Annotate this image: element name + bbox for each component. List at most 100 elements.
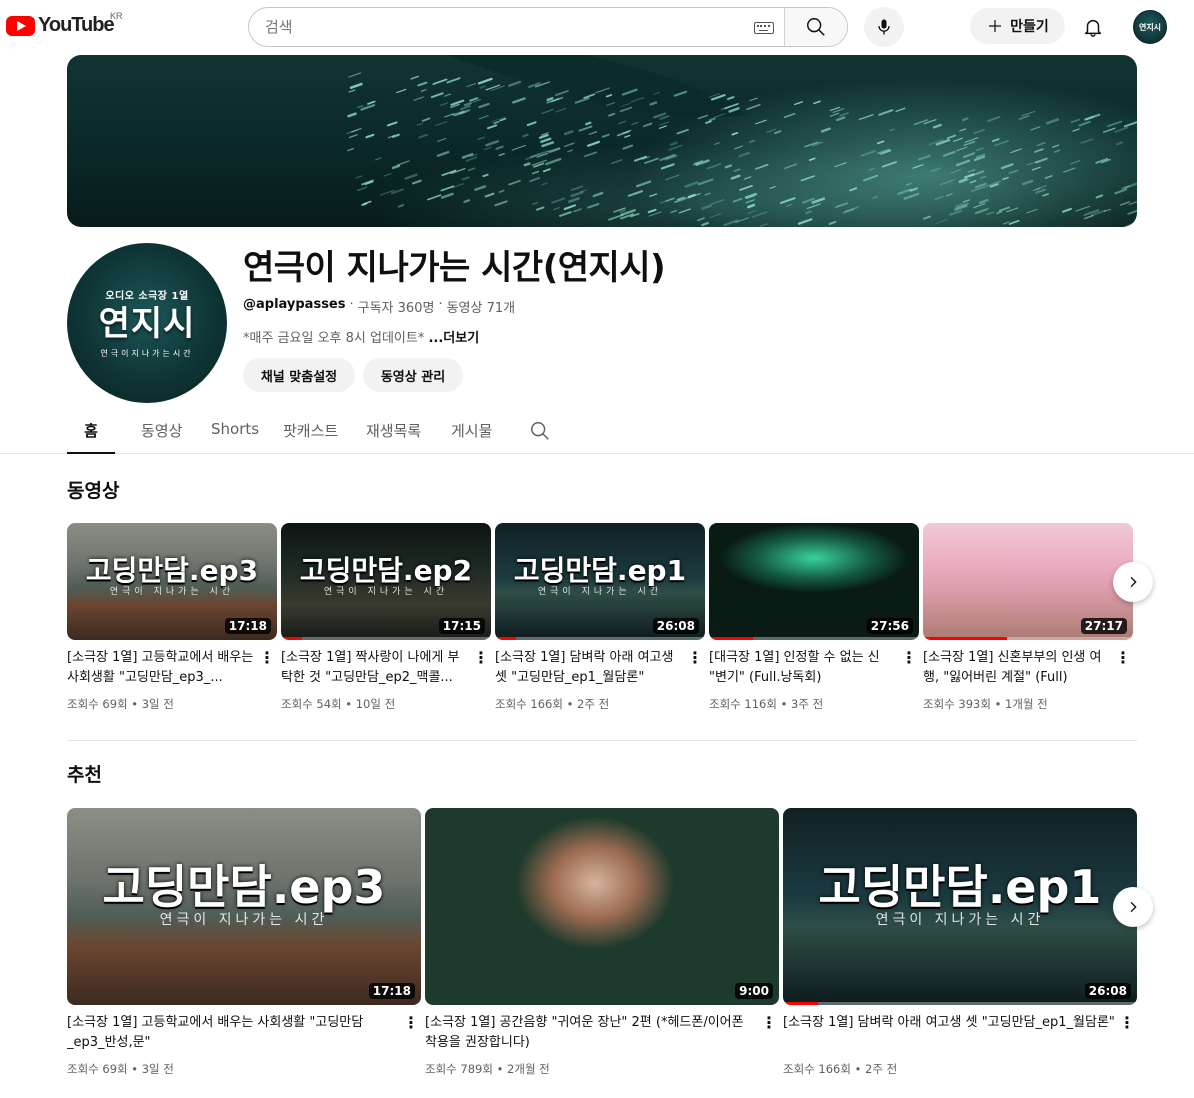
channel-meta: @aplaypasses · 구독자 360명 · 동영상 71개 bbox=[243, 297, 515, 316]
youtube-logo[interactable]: YouTube KR bbox=[6, 11, 123, 37]
video-card[interactable]: 9:00 [소극장 1열] 공간음향 "귀여운 장난" 2편 (*헤드폰/이어폰 … bbox=[425, 808, 779, 1077]
more-vert-icon[interactable]: ⋮ bbox=[259, 650, 275, 666]
more-vert-icon[interactable]: ⋮ bbox=[761, 1015, 777, 1031]
more-link[interactable]: ...더보기 bbox=[428, 331, 479, 346]
view-count: 조회수 789회 bbox=[425, 1062, 493, 1076]
watch-progress-bar bbox=[709, 637, 754, 640]
video-thumbnail[interactable]: 고딩만담.ep3 연극이 지나가는 시간 17:18 bbox=[67, 808, 421, 1005]
create-button[interactable]: 만들기 bbox=[970, 8, 1065, 44]
upload-age: 3일 전 bbox=[141, 1062, 174, 1076]
meta-dot: • bbox=[341, 697, 356, 711]
video-meta: 조회수 69회 • 3일 전 bbox=[67, 1061, 421, 1077]
video-title[interactable]: [소극장 1열] 신혼부부의 인생 여행, "잃어버린 계절" (Full) bbox=[923, 648, 1111, 688]
meta-dot: • bbox=[776, 697, 792, 711]
customize-channel-button[interactable]: 채널 맞춤설정 bbox=[243, 358, 355, 392]
tab-shorts[interactable]: Shorts bbox=[211, 420, 259, 454]
meta-separator: · bbox=[349, 297, 354, 312]
video-title[interactable]: [소극장 1열] 짝사랑이 나에게 부탁한 것 "고딩만담_ep2_맥콜... bbox=[281, 648, 469, 688]
subscriber-count: 구독자 360명 bbox=[357, 301, 435, 316]
video-thumbnail[interactable]: 27:56 bbox=[709, 523, 919, 640]
video-card[interactable]: 고딩만담.ep1 연극이 지나가는 시간 26:08 [소극장 1열] 담벼락 아래 … bbox=[495, 523, 705, 712]
video-thumbnail[interactable]: 고딩만담.ep2 연극이 지나가는 시간 17:15 bbox=[281, 523, 491, 640]
channel-avatar-tagline: 연극이지나가는시간 bbox=[100, 349, 194, 358]
video-title[interactable]: [소극장 1열] 담벼락 아래 여고생 셋 "고딩만담_ep1_월담론" bbox=[495, 648, 683, 688]
channel-avatar-title: 연지시 bbox=[98, 304, 196, 344]
videos-next-button[interactable] bbox=[1113, 562, 1153, 602]
video-thumbnail[interactable]: 27:17 bbox=[923, 523, 1133, 640]
channel-avatar-subtitle: 오디오 소극장 1열 bbox=[105, 291, 189, 302]
region-code: KR bbox=[110, 11, 123, 21]
manage-videos-button[interactable]: 동영상 관리 bbox=[363, 358, 463, 392]
thumbnail-title-text: 고딩만담.ep3 bbox=[85, 553, 259, 587]
channel-description: *매주 금요일 오후 8시 업데이트* ...더보기 bbox=[243, 327, 479, 346]
video-duration: 17:18 bbox=[368, 983, 415, 999]
tab-podcasts[interactable]: 팟캐스트 bbox=[283, 420, 338, 454]
channel-banner bbox=[67, 55, 1137, 227]
video-card[interactable]: 고딩만담.ep1 연극이 지나가는 시간 26:08 [소극장 1열] 담벼락 아래 … bbox=[783, 808, 1137, 1077]
video-thumbnail[interactable]: 9:00 bbox=[425, 808, 779, 1005]
watch-progress-bar bbox=[281, 637, 302, 640]
video-meta: 조회수 54회 • 10일 전 bbox=[281, 696, 491, 712]
view-count: 조회수 69회 bbox=[67, 697, 128, 711]
tab-home[interactable]: 홈 bbox=[67, 420, 115, 454]
meta-dot: • bbox=[850, 1062, 866, 1076]
channel-tabs: 홈 동영상 Shorts 팟캐스트 재생목록 게시물 bbox=[0, 408, 1194, 454]
more-vert-icon[interactable]: ⋮ bbox=[901, 650, 917, 666]
watch-progress-bar bbox=[495, 637, 516, 640]
search-icon bbox=[531, 422, 549, 440]
video-duration: 17:18 bbox=[224, 618, 271, 634]
tab-videos[interactable]: 동영상 bbox=[141, 420, 182, 454]
video-card[interactable]: 27:17 [소극장 1열] 신혼부부의 인생 여행, "잃어버린 계절" (Fu… bbox=[923, 523, 1133, 712]
video-card[interactable]: 27:56 [대극장 1열] 인정할 수 없는 신 "변기" (Full.낭독회)… bbox=[709, 523, 919, 712]
youtube-play-icon bbox=[6, 15, 35, 36]
more-vert-icon[interactable]: ⋮ bbox=[687, 650, 703, 666]
tab-playlists[interactable]: 재생목록 bbox=[366, 420, 421, 454]
watch-progress-track bbox=[783, 1002, 1137, 1005]
view-count: 조회수 69회 bbox=[67, 1062, 128, 1076]
video-title[interactable]: [소극장 1열] 공간음향 "귀여운 장난" 2편 (*헤드폰/이어폰 착용을 … bbox=[425, 1013, 757, 1053]
logo-text: YouTube bbox=[38, 14, 115, 36]
search-input[interactable] bbox=[265, 18, 745, 36]
video-thumbnail[interactable]: 고딩만담.ep3 연극이 지나가는 시간 17:18 bbox=[67, 523, 277, 640]
video-meta: 조회수 393회 • 1개월 전 bbox=[923, 696, 1133, 712]
video-card[interactable]: 고딩만담.ep3 연극이 지나가는 시간 17:18 [소극장 1열] 고등학교에서 … bbox=[67, 808, 421, 1077]
notifications-button[interactable] bbox=[1078, 12, 1108, 42]
voice-search-button[interactable] bbox=[864, 7, 904, 47]
recommended-next-button[interactable] bbox=[1113, 887, 1153, 927]
more-vert-icon[interactable]: ⋮ bbox=[473, 650, 489, 666]
view-count: 조회수 166회 bbox=[495, 697, 563, 711]
thumbnail-title-text: 고딩만담.ep1 bbox=[818, 860, 1102, 915]
watch-progress-bar bbox=[923, 637, 1007, 640]
banner-fish-art bbox=[346, 55, 1137, 227]
thumbnail-subtitle-text: 연극이 지나가는 시간 bbox=[323, 586, 449, 597]
video-title[interactable]: [소극장 1열] 고등학교에서 배우는 사회생활 "고딩만담_ep3_반성,문" bbox=[67, 1013, 399, 1053]
upload-age: 2개월 전 bbox=[507, 1062, 550, 1076]
more-vert-icon[interactable]: ⋮ bbox=[1115, 650, 1131, 666]
tab-posts[interactable]: 게시물 bbox=[451, 420, 492, 454]
thumbnail-title-text: 고딩만담.ep2 bbox=[299, 553, 473, 587]
meta-dot: • bbox=[492, 1062, 508, 1076]
video-title[interactable]: [소극장 1열] 고등학교에서 배우는 사회생활 "고딩만담_ep3_... bbox=[67, 648, 255, 688]
channel-handle: @aplaypasses bbox=[243, 297, 346, 312]
video-thumbnail[interactable]: 고딩만담.ep1 연극이 지나가는 시간 26:08 bbox=[783, 808, 1137, 1005]
video-thumbnail[interactable]: 고딩만담.ep1 연극이 지나가는 시간 26:08 bbox=[495, 523, 705, 640]
meta-separator: · bbox=[438, 297, 443, 312]
video-duration: 26:08 bbox=[652, 618, 699, 634]
thumbnail-title-text: 고딩만담.ep3 bbox=[102, 860, 386, 915]
upload-age: 3일 전 bbox=[141, 697, 174, 711]
more-vert-icon[interactable]: ⋮ bbox=[403, 1015, 419, 1031]
search-field bbox=[249, 8, 784, 46]
video-card[interactable]: 고딩만담.ep2 연극이 지나가는 시간 17:15 [소극장 1열] 짝사랑이 나에… bbox=[281, 523, 491, 712]
search-button[interactable] bbox=[784, 8, 847, 46]
tab-search-button[interactable] bbox=[529, 420, 551, 446]
video-title[interactable]: [소극장 1열] 담벼락 아래 여고생 셋 "고딩만담_ep1_월담론" bbox=[783, 1013, 1115, 1053]
account-avatar[interactable]: 연지시 bbox=[1133, 10, 1167, 44]
chevron-right-icon bbox=[1130, 576, 1137, 588]
more-vert-icon[interactable]: ⋮ bbox=[1119, 1015, 1135, 1031]
plus-icon bbox=[989, 20, 1002, 32]
channel-avatar[interactable]: 오디오 소극장 1열 연지시 연극이지나가는시간 bbox=[67, 243, 227, 403]
video-title[interactable]: [대극장 1열] 인정할 수 없는 신 "변기" (Full.낭독회) bbox=[709, 648, 897, 688]
video-duration: 27:17 bbox=[1080, 618, 1127, 634]
keyboard-icon[interactable] bbox=[754, 22, 774, 34]
video-card[interactable]: 고딩만담.ep3 연극이 지나가는 시간 17:18 [소극장 1열] 고등학교에서 … bbox=[67, 523, 277, 712]
